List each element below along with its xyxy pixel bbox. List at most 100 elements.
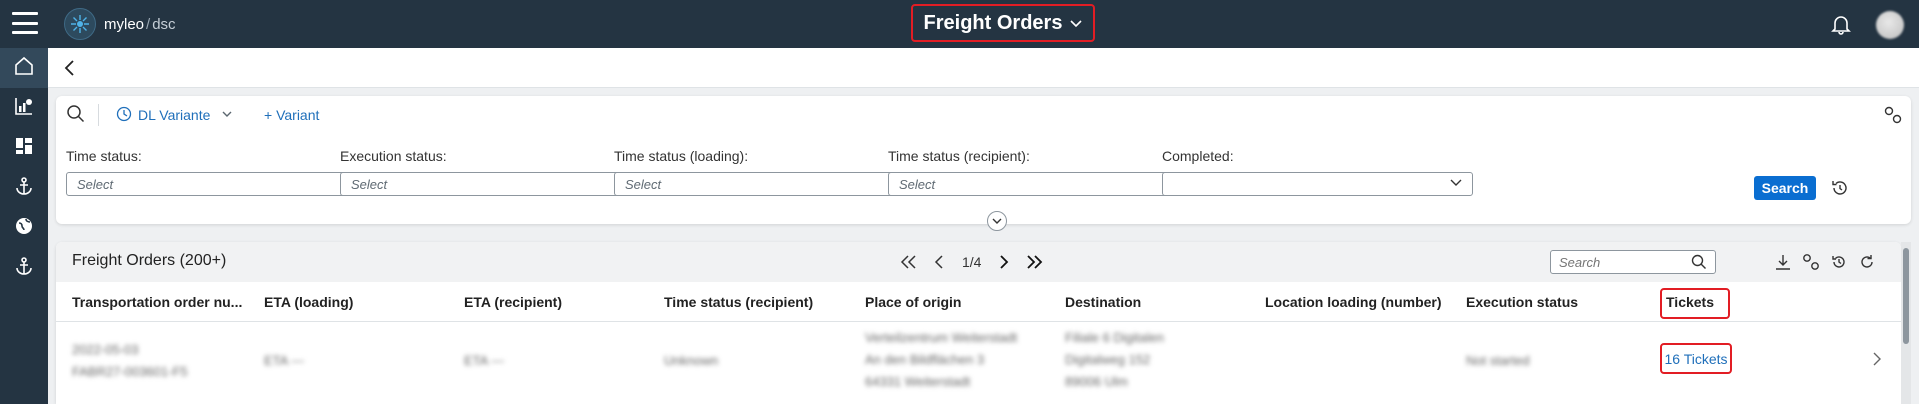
eta-recipient: ETA --- <box>464 353 505 368</box>
previous-page-icon[interactable] <box>924 250 954 274</box>
select-placeholder: Select <box>351 176 388 192</box>
rail-analytics[interactable] <box>0 88 48 128</box>
destination-line: Filiale 6 Digitalen <box>1065 330 1164 345</box>
table-title: Freight Orders (200+) <box>72 252 227 269</box>
table-header: Transportation order nu... ETA (loading)… <box>56 282 1901 322</box>
variant-icon <box>116 106 132 125</box>
filter-label: Time status (loading): <box>614 148 749 164</box>
app-title-dropdown[interactable]: Freight Orders <box>911 4 1095 42</box>
back-arrow-icon[interactable] <box>60 58 80 78</box>
order-number: FABR27-003601-F5 <box>72 364 188 379</box>
filter-settings-icon[interactable] <box>1882 104 1904 126</box>
bell-icon[interactable] <box>1830 13 1852 35</box>
brand-logo-icon <box>64 8 96 40</box>
scrollbar-thumb[interactable] <box>1903 248 1909 344</box>
brand-name: myleo <box>104 15 145 33</box>
freight-orders-table: Freight Orders (200+) 1/4 Search Transpo… <box>56 242 1901 404</box>
time-status-loading-select[interactable]: Select <box>614 172 925 196</box>
origin-line: 64331 Weiterstadt <box>865 374 971 389</box>
next-page-icon[interactable] <box>989 250 1019 274</box>
select-placeholder: Select <box>899 176 936 192</box>
filter-execution-status: Execution status: Select <box>340 148 651 196</box>
destination-line: Digitalweg 152 <box>1065 352 1151 367</box>
order-date: 2022-05-03 <box>72 342 139 357</box>
download-icon[interactable] <box>1772 251 1794 273</box>
rail-anchor[interactable] <box>0 168 48 208</box>
column-header[interactable]: ETA (loading) <box>264 294 444 310</box>
column-header[interactable]: Execution status <box>1466 294 1646 310</box>
chevron-down-icon <box>1070 17 1083 31</box>
origin-line: Verteilzentrum Weiterstadt <box>865 330 1018 345</box>
time-status-select[interactable]: Select <box>66 172 377 196</box>
filter-bar: DL Variante + Variant Time status: Selec… <box>56 96 1911 224</box>
back-bar <box>48 48 1919 88</box>
anchor-icon <box>14 176 34 201</box>
table-toolbar: Freight Orders (200+) 1/4 <box>56 242 1901 282</box>
filter-time-status-recipient: Time status (recipient): Select <box>888 148 1199 196</box>
page-info: 1/4 <box>962 254 982 270</box>
analytics-icon <box>14 96 34 121</box>
time-status: Unknown <box>664 353 719 368</box>
table-search <box>1550 250 1716 274</box>
table-settings-icon[interactable] <box>1800 251 1822 273</box>
search-button[interactable]: Search <box>1754 176 1816 200</box>
rail-globe[interactable] <box>0 208 48 248</box>
column-header[interactable]: Place of origin <box>865 294 1045 310</box>
scrollbar[interactable] <box>1901 242 1911 404</box>
refresh-icon[interactable] <box>1856 251 1878 273</box>
column-header[interactable]: ETA (recipient) <box>464 294 644 310</box>
left-rail <box>0 48 48 404</box>
column-header[interactable]: Transportation order nu... <box>72 294 252 310</box>
globe-icon <box>14 216 34 241</box>
column-header[interactable]: Destination <box>1065 294 1245 310</box>
dashboard-icon <box>14 136 34 161</box>
brand[interactable]: myleo / dsc <box>64 8 176 40</box>
variant-label: DL Variante <box>138 107 211 123</box>
home-icon <box>14 56 34 81</box>
history-icon[interactable] <box>1828 251 1850 273</box>
completed-select[interactable] <box>1162 172 1473 196</box>
app-title: Freight Orders <box>923 11 1063 34</box>
origin-line: An den Bildflächen 3 <box>865 352 985 367</box>
search-icon[interactable] <box>1691 254 1707 270</box>
select-placeholder: Select <box>77 176 114 192</box>
chevron-right-icon[interactable] <box>1870 352 1884 366</box>
column-header[interactable]: Location loading (number) <box>1265 294 1455 310</box>
time-status-recipient-select[interactable]: Select <box>888 172 1199 196</box>
brand-sub: dsc <box>152 15 176 33</box>
table-search-input[interactable] <box>1559 254 1679 270</box>
avatar[interactable] <box>1876 11 1904 39</box>
select-placeholder: Select <box>625 176 662 192</box>
rail-home[interactable] <box>0 48 48 88</box>
expand-filters-icon[interactable] <box>987 211 1007 231</box>
table-row[interactable]: 2022-05-03 FABR27-003601-F5 ETA --- ETA … <box>56 323 1901 404</box>
pagination: 1/4 <box>894 250 1049 274</box>
add-variant-link[interactable]: + Variant <box>264 104 319 126</box>
last-page-icon[interactable] <box>1019 250 1049 274</box>
rail-dashboard[interactable] <box>0 128 48 168</box>
eta-loading: ETA --- <box>264 353 305 368</box>
anchor-icon <box>14 256 34 281</box>
search-icon[interactable] <box>66 104 86 124</box>
divider <box>98 104 99 126</box>
reset-icon[interactable] <box>1829 177 1851 199</box>
chevron-down-icon <box>1450 178 1462 190</box>
top-bar: myleo / dsc Freight Orders <box>0 0 1919 48</box>
column-header[interactable]: Time status (recipient) <box>664 294 844 310</box>
variant-selector[interactable]: DL Variante <box>116 104 232 126</box>
tickets-link[interactable]: 16 Tickets <box>1660 343 1732 374</box>
filter-time-status-loading: Time status (loading): Select <box>614 148 925 196</box>
filter-label: Time status (recipient): <box>888 148 1030 164</box>
rail-anchor-2[interactable] <box>0 248 48 288</box>
filter-label: Completed: <box>1162 148 1234 164</box>
filter-completed: Completed: <box>1162 148 1473 196</box>
destination-line: 89006 Ulm <box>1065 374 1128 389</box>
execution-status-select[interactable]: Select <box>340 172 651 196</box>
filter-label: Execution status: <box>340 148 447 164</box>
execution-status: Not started <box>1466 353 1530 368</box>
tickets-header-highlight <box>1660 288 1730 319</box>
filter-label: Time status: <box>66 148 142 164</box>
first-page-icon[interactable] <box>894 250 924 274</box>
menu-icon[interactable] <box>12 12 38 34</box>
filter-time-status: Time status: Select <box>66 148 377 196</box>
